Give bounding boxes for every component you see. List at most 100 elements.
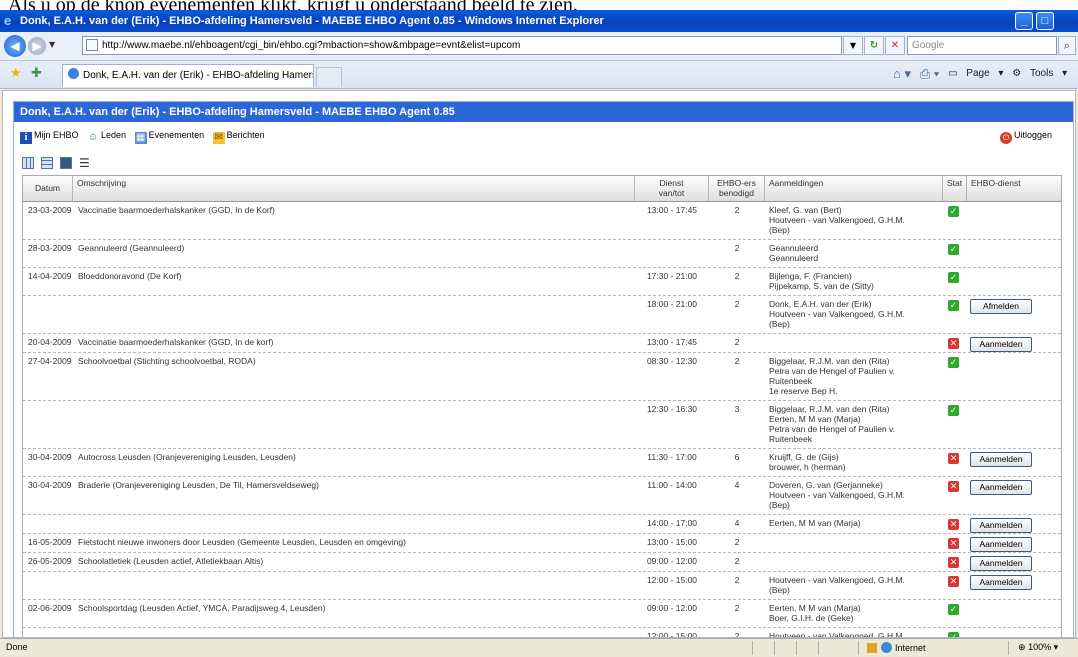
- col-omschrijving[interactable]: Omschrijving: [73, 176, 635, 201]
- favorites-star-icon[interactable]: ★: [10, 66, 22, 81]
- row-date: 26-05-2009: [28, 556, 72, 566]
- row-time: 14:00 - 17:00: [646, 518, 698, 528]
- table-row: 16-05-2009 Fietstocht nieuwe inwoners doo…: [23, 534, 1061, 553]
- row-date: 30-04-2009: [28, 452, 72, 462]
- print-icon[interactable]: ⎙ ▾: [920, 66, 939, 82]
- col-ehbo-ers[interactable]: EHBO-ers benodigd: [709, 176, 765, 201]
- aanmelden-button[interactable]: Aanmelden: [970, 337, 1032, 352]
- row-required: 2: [734, 337, 740, 347]
- new-tab-button[interactable]: [316, 67, 342, 87]
- search-input[interactable]: Google: [907, 36, 1057, 55]
- panel-header: Donk, E.A.H. van der (Erik) - EHBO-afdel…: [14, 102, 1073, 122]
- back-arrow-icon: ◀: [10, 39, 20, 53]
- row-required: 4: [734, 480, 740, 490]
- row-description: Geannuleerd (Geannuleerd): [78, 243, 185, 253]
- row-description: Braderie (Oranjevereniging Leusden, De T…: [78, 480, 319, 490]
- menu-mijn-ehbo[interactable]: i Mijn EHBO: [20, 130, 79, 144]
- info-icon: i: [20, 132, 32, 144]
- page-menu[interactable]: ▭ Page ▾: [948, 68, 1003, 79]
- row-registrations: Kleef, G. van (Bert) Houtveen - van Valke…: [769, 205, 905, 235]
- row-time: 13:00 - 15:00: [646, 537, 698, 547]
- menu-berichten[interactable]: ✉ Berichten: [212, 130, 265, 144]
- afmelden-button[interactable]: Afmelden: [970, 299, 1032, 314]
- gear-icon: ⚙: [1012, 68, 1022, 80]
- history-dropdown-icon[interactable]: ▼: [49, 40, 55, 49]
- table-row: 26-05-2009 Schoolatletiek (Leusden actief…: [23, 553, 1061, 572]
- view-month-icon[interactable]: [60, 156, 72, 169]
- aanmelden-button[interactable]: Aanmelden: [970, 452, 1032, 467]
- row-registrations: Bijlenga, F. (Francien) Pijpekamp, S. van…: [769, 271, 874, 291]
- add-favorites-icon[interactable]: ✚: [31, 66, 42, 81]
- registration-line: Donk, E.A.H. van der (Erik): [769, 299, 872, 309]
- registration-line: (Bep): [769, 225, 790, 235]
- row-time: 11:30 - 17:00: [647, 452, 697, 462]
- registration-line: Doveren, G. van (Gerjanneke): [769, 480, 883, 490]
- minimize-button[interactable]: _: [1015, 12, 1033, 30]
- row-time: 11:00 - 14:00: [647, 480, 697, 490]
- url-dropdown-button[interactable]: ▼: [843, 36, 863, 55]
- col-datum[interactable]: Datum: [23, 176, 73, 201]
- tab-bar: ★ ✚ Donk, E.A.H. van der (Erik) - EHBO-a…: [0, 61, 1078, 89]
- registration-line: Geannuleerd: [769, 243, 819, 253]
- aanmelden-button[interactable]: Aanmelden: [970, 480, 1032, 495]
- row-date: 23-03-2009: [28, 205, 72, 215]
- row-registrations: Eerten, M M van (Marja): [769, 518, 861, 528]
- search-button[interactable]: ⌕: [1058, 36, 1076, 55]
- tab-page-icon: [68, 68, 79, 79]
- maximize-button[interactable]: □: [1036, 12, 1054, 30]
- view-grid-icon[interactable]: [22, 156, 34, 169]
- ie-logo-icon: e: [4, 13, 12, 28]
- registration-line: Geannuleerd: [769, 253, 819, 263]
- events-table: Datum Omschrijving Dienst van/tot EHBO-er…: [22, 175, 1062, 637]
- row-required: 3: [734, 404, 740, 414]
- page-menu-icon: ▭: [948, 68, 958, 80]
- row-required: 2: [734, 603, 740, 613]
- col-ehbo-dienst[interactable]: EHBO-dienst: [967, 176, 1061, 201]
- table-row: 23-03-2009 Vaccinatie baarmoederhalskanke…: [23, 202, 1061, 240]
- col-aanmeldingen[interactable]: Aanmeldingen: [765, 176, 943, 201]
- forward-arrow-icon: ▶: [32, 39, 42, 53]
- row-time: 12:00 - 15:00: [646, 575, 698, 585]
- row-description: Schoolatletiek (Leusden actief, Atletiek…: [78, 556, 264, 566]
- protected-mode-icon: [867, 643, 877, 653]
- aanmelden-button[interactable]: Aanmelden: [970, 575, 1032, 590]
- registration-line: Houtveen - van Valkengoed, G.H.M.: [769, 490, 905, 500]
- view-list-icon[interactable]: ☰: [79, 157, 91, 169]
- registration-line: Boer, G.I.H. de (Geke): [769, 613, 854, 623]
- tools-menu[interactable]: ⚙ Tools ▾: [1012, 68, 1067, 79]
- view-week-icon[interactable]: [41, 156, 53, 169]
- col-stat[interactable]: Stat: [943, 176, 967, 201]
- col-dienst[interactable]: Dienst van/tot: [635, 176, 709, 201]
- security-zone[interactable]: Internet: [867, 642, 926, 653]
- status-missing-icon: ✕: [948, 557, 959, 568]
- status-missing-icon: ✕: [948, 453, 959, 464]
- table-row: 27-04-2009 Schoolvoetbal (Stichting schoo…: [23, 353, 1061, 401]
- page-content: Donk, E.A.H. van der (Erik) - EHBO-afdel…: [2, 90, 1076, 638]
- row-description: Schoolvoetbal (Stichting schoolvoetbal, …: [78, 356, 256, 366]
- status-missing-icon: ✕: [948, 481, 959, 492]
- registration-line: Petra van de Hengel of Paulien v.: [769, 424, 896, 434]
- aanmelden-button[interactable]: Aanmelden: [970, 518, 1032, 533]
- registration-line: brouwer, h (herman): [769, 462, 846, 472]
- table-body: 23-03-2009 Vaccinatie baarmoederhalskanke…: [23, 202, 1061, 637]
- registration-line: Eerten, M M van (Marja): [769, 518, 861, 528]
- table-header: Datum Omschrijving Dienst van/tot EHBO-er…: [23, 176, 1061, 202]
- menu-evenementen[interactable]: ▦ Evenementen: [134, 130, 204, 144]
- menu-leden[interactable]: ☺ Leden: [87, 130, 126, 144]
- refresh-button[interactable]: ↻: [864, 36, 884, 55]
- row-required: 2: [734, 271, 740, 281]
- home-icon[interactable]: ⌂ ▾: [893, 66, 911, 82]
- aanmelden-button[interactable]: Aanmelden: [970, 556, 1032, 571]
- table-row: 30-04-2009 Braderie (Oranjevereniging Leu…: [23, 477, 1061, 515]
- people-icon: ☺: [87, 132, 99, 143]
- stop-button[interactable]: ✕: [885, 36, 905, 55]
- row-required: 2: [734, 356, 740, 366]
- zoom-control[interactable]: ⊕ 100% ▾: [1018, 642, 1058, 653]
- back-button[interactable]: ◀: [4, 35, 26, 57]
- url-field[interactable]: http://www.maebe.nl/ehboagent/cgi_bin/eh…: [82, 36, 842, 55]
- forward-button[interactable]: ▶: [28, 37, 46, 55]
- aanmelden-button[interactable]: Aanmelden: [970, 537, 1032, 552]
- logout-link[interactable]: ⏻ Uitloggen: [1000, 130, 1052, 144]
- row-required: 6: [734, 452, 740, 462]
- browser-tab[interactable]: Donk, E.A.H. van der (Erik) - EHBO-afdel…: [62, 64, 314, 87]
